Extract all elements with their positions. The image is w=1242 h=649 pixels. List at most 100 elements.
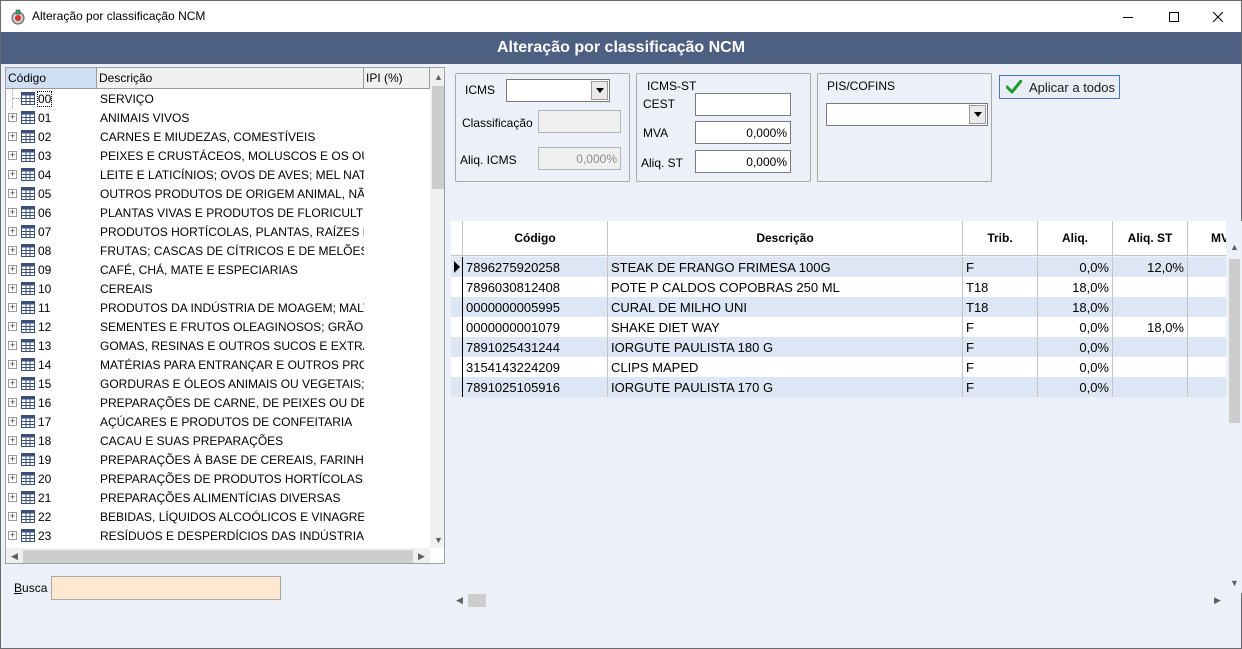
- table-row[interactable]: 7891025105916 IORGUTE PAULISTA 170 G F 0,0%: [451, 377, 1226, 397]
- expand-plus-icon[interactable]: +: [8, 265, 17, 274]
- cell-codigo[interactable]: 7891025105916: [463, 377, 608, 397]
- table-row[interactable]: 3154143224209 CLIPS MAPED F 0,0%: [451, 357, 1226, 377]
- ncm-tree[interactable]: Código Descrição IPI (%) 00 SERVIÇO +01 ANI…: [5, 67, 445, 564]
- close-button[interactable]: [1195, 1, 1241, 32]
- tree-header-ipi[interactable]: IPI (%): [364, 68, 430, 89]
- expand-plus-icon[interactable]: +: [8, 474, 17, 483]
- grid-header-aliq[interactable]: Aliq.: [1038, 221, 1113, 256]
- grid-header-aliq-st[interactable]: Aliq. ST: [1113, 221, 1188, 256]
- cell-codigo[interactable]: 0000000005995: [463, 297, 608, 317]
- scroll-left-arrow-icon[interactable]: ◀: [6, 548, 23, 563]
- cell-descricao[interactable]: STEAK DE FRANGO FRIMESA 100G: [608, 257, 963, 277]
- expand-plus-icon[interactable]: +: [8, 379, 17, 388]
- table-row[interactable]: 7891025431244 IORGUTE PAULISTA 180 G F 0,0%: [451, 337, 1226, 357]
- tree-row[interactable]: +22 BEBIDAS, LÍQUIDOS ALCOÓLICOS E VINAGR…: [6, 507, 430, 526]
- expand-plus-icon[interactable]: +: [8, 246, 17, 255]
- tree-row[interactable]: +18 CACAU E SUAS PREPARAÇÕES: [6, 431, 430, 450]
- tree-row[interactable]: +10 CEREAIS: [6, 279, 430, 298]
- tree-row[interactable]: +19 PREPARAÇÕES À BASE DE CEREAIS, FARINH…: [6, 450, 430, 469]
- grid-header-codigo[interactable]: Código: [463, 221, 608, 256]
- products-grid[interactable]: Código Descrição Trib. Aliq. Aliq. ST MV…: [451, 221, 1242, 593]
- tree-row[interactable]: +13 GOMAS, RESINAS E OUTROS SUCOS E EXTRA…: [6, 336, 430, 355]
- cell-aliq[interactable]: 0,0%: [1038, 337, 1113, 357]
- aliq-icms-field[interactable]: 0,000%: [538, 147, 621, 170]
- cell-trib[interactable]: F: [963, 317, 1038, 337]
- icms-select[interactable]: [506, 79, 610, 102]
- cell-aliq-st[interactable]: [1113, 337, 1188, 357]
- expand-plus-icon[interactable]: +: [8, 360, 17, 369]
- expand-plus-icon[interactable]: +: [8, 284, 17, 293]
- aplicar-a-todos-button[interactable]: Aplicar a todos: [999, 75, 1120, 99]
- expand-plus-icon[interactable]: +: [8, 113, 17, 122]
- expand-plus-icon[interactable]: +: [8, 132, 17, 141]
- cell-descricao[interactable]: CURAL DE MILHO UNI: [608, 297, 963, 317]
- cest-field[interactable]: [695, 93, 791, 116]
- expand-plus-icon[interactable]: +: [8, 170, 17, 179]
- tree-row[interactable]: +07 PRODUTOS HORTÍCOLAS, PLANTAS, RAÍZES …: [6, 222, 430, 241]
- cell-aliq[interactable]: 0,0%: [1038, 257, 1113, 277]
- cell-descricao[interactable]: POTE P CALDOS COPOBRAS 250 ML: [608, 277, 963, 297]
- tree-header-descricao[interactable]: Descrição: [97, 68, 364, 89]
- grid-vscroll-thumb[interactable]: [1229, 259, 1240, 423]
- tree-row[interactable]: +03 PEIXES E CRUSTÁCEOS, MOLUSCOS E OS OU…: [6, 146, 430, 165]
- cell-aliq-st[interactable]: [1113, 297, 1188, 317]
- tree-vscroll-thumb[interactable]: [432, 86, 444, 189]
- tree-row[interactable]: +23 RESÍDUOS E DESPERDÍCIOS DAS INDÚSTRIA…: [6, 526, 430, 545]
- cell-codigo[interactable]: 7896275920258: [463, 257, 608, 277]
- cell-trib[interactable]: F: [963, 337, 1038, 357]
- table-row[interactable]: 7896275920258 STEAK DE FRANGO FRIMESA 100…: [451, 257, 1226, 277]
- tree-row[interactable]: +01 ANIMAIS VIVOS: [6, 108, 430, 127]
- expand-plus-icon[interactable]: +: [8, 151, 17, 160]
- tree-row[interactable]: +09 CAFÉ, CHÁ, MATE E ESPECIARIAS: [6, 260, 430, 279]
- cell-aliq[interactable]: 18,0%: [1038, 297, 1113, 317]
- cell-codigo[interactable]: 7896030812408: [463, 277, 608, 297]
- cell-descricao[interactable]: IORGUTE PAULISTA 170 G: [608, 377, 963, 397]
- classificacao-field[interactable]: [538, 110, 621, 133]
- tree-row[interactable]: +06 PLANTAS VIVAS E PRODUTOS DE FLORICULT…: [6, 203, 430, 222]
- busca-input[interactable]: [51, 576, 281, 600]
- table-row[interactable]: 0000000005995 CURAL DE MILHO UNI T18 18,0%: [451, 297, 1226, 317]
- grid-vertical-scrollbar[interactable]: ▲ ▼: [1226, 221, 1242, 593]
- expand-plus-icon[interactable]: +: [8, 303, 17, 312]
- grid-horizontal-scrollbar[interactable]: ◀ ▶: [451, 592, 1226, 609]
- cell-trib[interactable]: T18: [963, 297, 1038, 317]
- expand-plus-icon[interactable]: +: [8, 341, 17, 350]
- tree-row[interactable]: +15 GORDURAS E ÓLEOS ANIMAIS OU VEGETAIS;: [6, 374, 430, 393]
- tree-vertical-scrollbar[interactable]: ▲ ▼: [430, 68, 444, 548]
- scroll-down-arrow-icon[interactable]: ▼: [1226, 574, 1242, 591]
- tree-row[interactable]: 00 SERVIÇO: [6, 89, 430, 108]
- cell-aliq[interactable]: 18,0%: [1038, 277, 1113, 297]
- grid-header-trib[interactable]: Trib.: [963, 221, 1038, 256]
- tree-row[interactable]: +11 PRODUTOS DA INDÚSTRIA DE MOAGEM; MALT…: [6, 298, 430, 317]
- mva-field[interactable]: 0,000%: [695, 121, 791, 144]
- scroll-right-arrow-icon[interactable]: ▶: [413, 548, 430, 563]
- cell-descricao[interactable]: IORGUTE PAULISTA 180 G: [608, 337, 963, 357]
- tree-row[interactable]: +14 MATÉRIAS PARA ENTRANÇAR E OUTROS PROD…: [6, 355, 430, 374]
- expand-plus-icon[interactable]: +: [8, 322, 17, 331]
- grid-hscroll-thumb[interactable]: [468, 594, 486, 607]
- tree-row[interactable]: +12 SEMENTES E FRUTOS OLEAGINOSOS; GRÃOS: [6, 317, 430, 336]
- scroll-left-arrow-icon[interactable]: ◀: [451, 592, 468, 609]
- cell-aliq-st[interactable]: [1113, 357, 1188, 377]
- cell-aliq[interactable]: 0,0%: [1038, 317, 1113, 337]
- cell-descricao[interactable]: SHAKE DIET WAY: [608, 317, 963, 337]
- tree-row[interactable]: +20 PREPARAÇÕES DE PRODUTOS HORTÍCOLAS, D…: [6, 469, 430, 488]
- tree-row[interactable]: +02 CARNES E MIUDEZAS, COMESTÍVEIS: [6, 127, 430, 146]
- table-row[interactable]: 7896030812408 POTE P CALDOS COPOBRAS 250 …: [451, 277, 1226, 297]
- chevron-down-icon[interactable]: [591, 81, 608, 100]
- cell-trib[interactable]: T18: [963, 277, 1038, 297]
- cell-aliq[interactable]: 0,0%: [1038, 357, 1113, 377]
- expand-plus-icon[interactable]: +: [8, 189, 17, 198]
- expand-plus-icon[interactable]: +: [8, 208, 17, 217]
- tree-horizontal-scrollbar[interactable]: ◀ ▶: [6, 548, 430, 563]
- cell-trib[interactable]: F: [963, 377, 1038, 397]
- cell-aliq[interactable]: 0,0%: [1038, 377, 1113, 397]
- expand-plus-icon[interactable]: +: [8, 417, 17, 426]
- tree-header-codigo[interactable]: Código: [6, 68, 97, 89]
- aliq-st-field[interactable]: 0,000%: [695, 150, 791, 173]
- tree-hscroll-thumb[interactable]: [23, 550, 413, 563]
- expand-plus-icon[interactable]: +: [8, 512, 17, 521]
- table-row[interactable]: 0000000001079SHAKE DIET WAYF0,0%18,0%64: [451, 317, 1226, 337]
- tree-row[interactable]: +17 AÇÚCARES E PRODUTOS DE CONFEITARIA: [6, 412, 430, 431]
- chevron-down-icon[interactable]: [969, 105, 986, 124]
